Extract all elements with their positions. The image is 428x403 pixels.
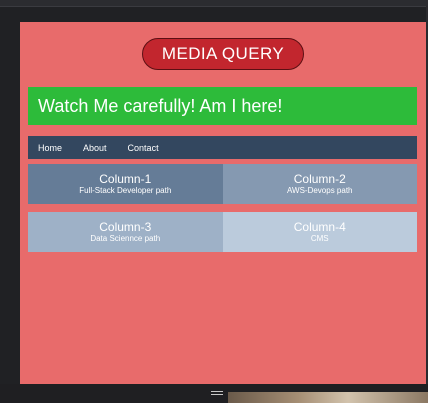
column-title: Column-3	[99, 220, 152, 234]
page-title: MEDIA QUERY	[141, 38, 305, 70]
drag-handle-icon[interactable]	[211, 391, 223, 398]
title-container: MEDIA QUERY	[20, 38, 426, 70]
column-row-1: Column-1 Full-Stack Developer path Colum…	[28, 164, 417, 204]
banner-text: Watch Me carefully! Am I here!	[28, 87, 417, 125]
column-title: Column-4	[293, 220, 346, 234]
navbar: Home About Contact	[28, 136, 417, 159]
browser-top-bar	[0, 0, 428, 7]
column-subtitle: CMS	[310, 234, 329, 243]
column-subtitle: AWS-Devops path	[286, 186, 353, 195]
column-title: Column-1	[99, 172, 152, 186]
nav-link-contact[interactable]: Contact	[128, 143, 159, 153]
column-card-3: Column-3 Data Sciennce path	[28, 212, 223, 252]
column-card-1: Column-1 Full-Stack Developer path	[28, 164, 223, 204]
nav-link-about[interactable]: About	[83, 143, 107, 153]
column-card-4: Column-4 CMS	[222, 212, 417, 252]
column-row-2: Column-3 Data Sciennce path Column-4 CMS	[28, 212, 417, 252]
column-subtitle: Data Sciennce path	[90, 234, 161, 243]
column-card-2: Column-2 AWS-Devops path	[222, 164, 417, 204]
column-subtitle: Full-Stack Developer path	[79, 186, 172, 195]
column-title: Column-2	[293, 172, 346, 186]
nav-link-home[interactable]: Home	[38, 143, 62, 153]
preview-thumbnail	[228, 392, 428, 403]
page-viewport: MEDIA QUERY Watch Me carefully! Am I her…	[20, 22, 426, 384]
